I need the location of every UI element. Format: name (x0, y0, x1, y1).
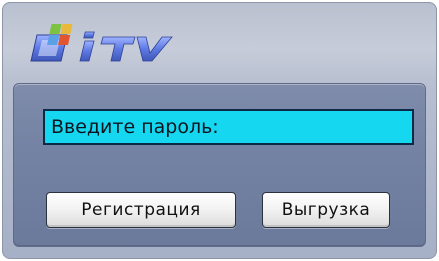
register-button[interactable]: Регистрация (46, 192, 236, 228)
login-window: ITV Введите пароль: Регистрация Выгрузка (2, 2, 437, 259)
password-input[interactable]: Введите пароль: (43, 109, 414, 145)
itv-logo-graphic (30, 24, 173, 62)
export-button[interactable]: Выгрузка (262, 192, 390, 228)
logo-text: ITV (183, 17, 184, 18)
itv-logo: ITV (23, 17, 183, 69)
login-panel: Введите пароль: Регистрация Выгрузка (13, 83, 426, 247)
